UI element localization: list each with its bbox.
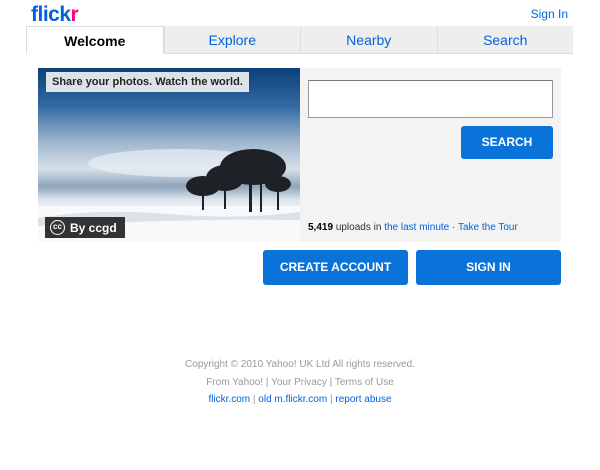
- tab-search[interactable]: Search: [436, 26, 574, 53]
- footer-separator: |: [252, 394, 256, 405]
- flickr-logo[interactable]: flickr: [31, 3, 79, 27]
- last-minute-link[interactable]: the last minute: [384, 222, 449, 233]
- footer-separator: |: [265, 377, 269, 388]
- winter-trees-illustration: [38, 149, 300, 242]
- uploads-dot: ·: [452, 222, 456, 233]
- logo-text-pink: r: [70, 3, 79, 26]
- tab-nearby[interactable]: Nearby: [300, 26, 437, 53]
- report-abuse-link[interactable]: report abuse: [335, 394, 391, 405]
- tab-welcome[interactable]: Welcome: [26, 26, 164, 54]
- terms-link[interactable]: Terms of Use: [335, 377, 394, 388]
- uploads-text: uploads in: [335, 222, 382, 233]
- cc-credit-label: By ccgd: [70, 220, 117, 235]
- uploads-stat: 5,419 uploads in the last minute · Take …: [308, 222, 518, 233]
- uploads-count: 5,419: [308, 222, 334, 233]
- footer-links-row-1: From Yahoo! | Your Privacy | Terms of Us…: [0, 377, 600, 388]
- footer-separator: |: [329, 394, 333, 405]
- tab-bar: Welcome Explore Nearby Search: [26, 26, 573, 54]
- logo-text-blue: flick: [31, 3, 71, 26]
- cc-credit-badge[interactable]: cc By ccgd: [45, 217, 125, 238]
- create-account-button[interactable]: CREATE ACCOUNT: [263, 250, 408, 285]
- search-button[interactable]: SEARCH: [461, 126, 553, 159]
- from-yahoo-text: From Yahoo!: [206, 377, 264, 388]
- tab-explore[interactable]: Explore: [163, 26, 301, 53]
- flickr-com-link[interactable]: flickr.com: [208, 394, 250, 405]
- sign-in-button[interactable]: SIGN IN: [416, 250, 561, 285]
- header-signin-link[interactable]: Sign In: [531, 7, 568, 21]
- footer-copyright: Copyright © 2010 Yahoo! UK Ltd All right…: [185, 359, 415, 370]
- hero-tagline: Share your photos. Watch the world.: [46, 72, 249, 92]
- footer-links-row-2: flickr.com | old m.flickr.com | report a…: [0, 394, 600, 405]
- footer-separator: |: [329, 377, 333, 388]
- creative-commons-icon: cc: [50, 220, 65, 235]
- search-panel: SEARCH 5,419 uploads in the last minute …: [300, 68, 561, 242]
- privacy-link[interactable]: Your Privacy: [271, 377, 327, 388]
- old-mobile-link[interactable]: old m.flickr.com: [258, 394, 327, 405]
- take-the-tour-link[interactable]: Take the Tour: [458, 222, 518, 233]
- hero-photo[interactable]: Share your photos. Watch the world. cc B…: [38, 68, 300, 242]
- search-input[interactable]: [308, 80, 553, 118]
